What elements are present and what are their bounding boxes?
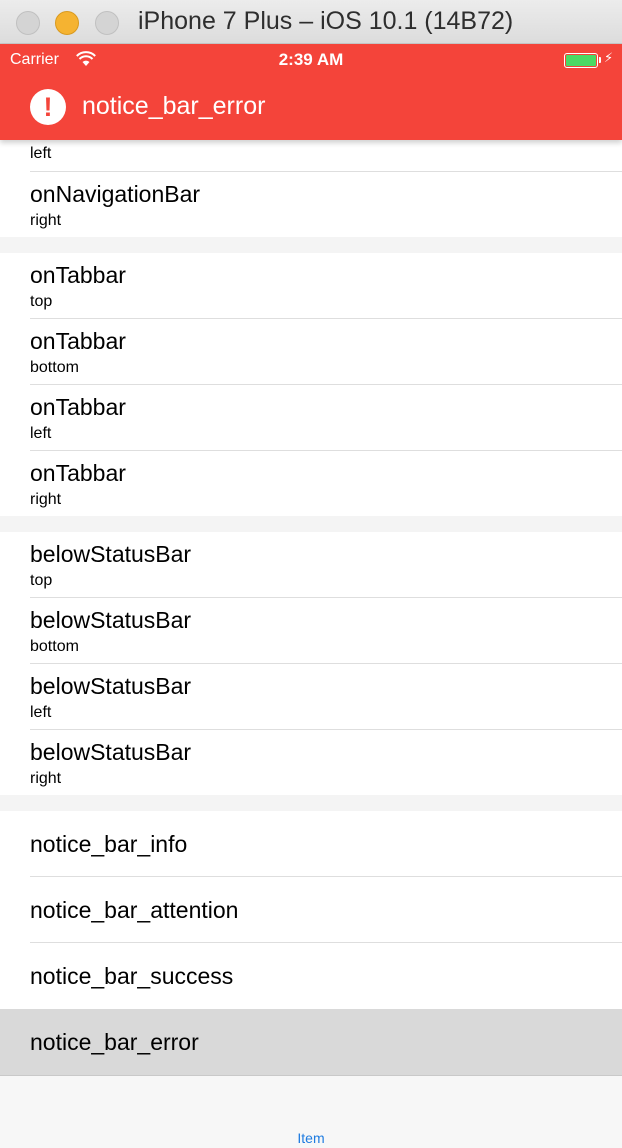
row-title: notice_bar_error — [30, 1029, 199, 1055]
window-title: iPhone 7 Plus – iOS 10.1 (14B72) — [138, 7, 514, 35]
exclamation-circle-icon: ! — [30, 89, 66, 125]
row-subtitle: left — [30, 145, 52, 162]
notice-bar[interactable]: Carrier 2:39 AM ⚡ ! notice_bar_error — [0, 44, 622, 140]
table-row[interactable]: notice_bar_attention — [0, 877, 622, 943]
status-bar: Carrier 2:39 AM ⚡ — [0, 44, 622, 76]
row-title: onTabbar — [30, 328, 126, 354]
row-title: belowStatusBar — [30, 607, 192, 633]
table-row[interactable]: notice_bar_info — [0, 811, 622, 877]
table-row[interactable]: onTabbar right — [0, 451, 622, 517]
charging-icon: ⚡ — [604, 50, 614, 65]
table-row[interactable]: belowStatusBar left — [0, 664, 622, 730]
status-time: 2:39 AM — [278, 50, 344, 69]
row-subtitle: right — [30, 491, 62, 508]
row-subtitle: bottom — [30, 638, 79, 655]
row-subtitle: left — [30, 704, 52, 721]
row-title: notice_bar_success — [30, 963, 234, 989]
table-row[interactable]: belowStatusBar bottom — [0, 598, 622, 664]
table-view[interactable]: left onNavigationBar right onTabbar top … — [0, 140, 622, 1075]
battery-icon — [564, 53, 598, 68]
table-row[interactable]: belowStatusBar top — [0, 532, 622, 598]
section-gap — [0, 516, 622, 532]
row-title: onNavigationBar — [30, 181, 201, 207]
table-row[interactable]: onNavigationBar right — [0, 172, 622, 238]
battery-tip — [599, 57, 601, 63]
row-title: onTabbar — [30, 394, 126, 420]
row-title: notice_bar_info — [30, 831, 188, 857]
tab-bar: Item — [0, 1075, 622, 1148]
table-row[interactable]: belowStatusBar right — [0, 730, 622, 796]
table-row-selected[interactable]: notice_bar_error — [0, 1009, 622, 1075]
row-title: belowStatusBar — [30, 739, 192, 765]
row-title: belowStatusBar — [30, 673, 192, 699]
battery-level — [566, 55, 596, 66]
section-gap — [0, 237, 622, 253]
tab-item[interactable]: Item — [0, 1130, 622, 1146]
minimize-window-button[interactable] — [55, 11, 79, 35]
row-subtitle: left — [30, 425, 52, 442]
notice-title: notice_bar_error — [82, 92, 266, 120]
section-gap — [0, 795, 622, 811]
row-title: onTabbar — [30, 262, 126, 288]
table-row[interactable]: onTabbar top — [0, 253, 622, 319]
close-window-button[interactable] — [16, 11, 40, 35]
row-title: notice_bar_attention — [30, 897, 239, 923]
row-subtitle: top — [30, 293, 53, 310]
row-title: belowStatusBar — [30, 541, 192, 567]
table-row[interactable]: onTabbar bottom — [0, 319, 622, 385]
table-row-clipped[interactable]: left — [0, 140, 622, 171]
table-row[interactable]: notice_bar_success — [0, 943, 622, 1009]
table-row[interactable]: onTabbar left — [0, 385, 622, 451]
simulator-title-bar: iPhone 7 Plus – iOS 10.1 (14B72) — [0, 0, 622, 44]
row-subtitle: top — [30, 572, 53, 589]
row-title: onTabbar — [30, 460, 126, 486]
row-subtitle: right — [30, 770, 62, 787]
row-subtitle: bottom — [30, 359, 79, 376]
zoom-window-button[interactable] — [95, 11, 119, 35]
row-subtitle: right — [30, 212, 62, 229]
